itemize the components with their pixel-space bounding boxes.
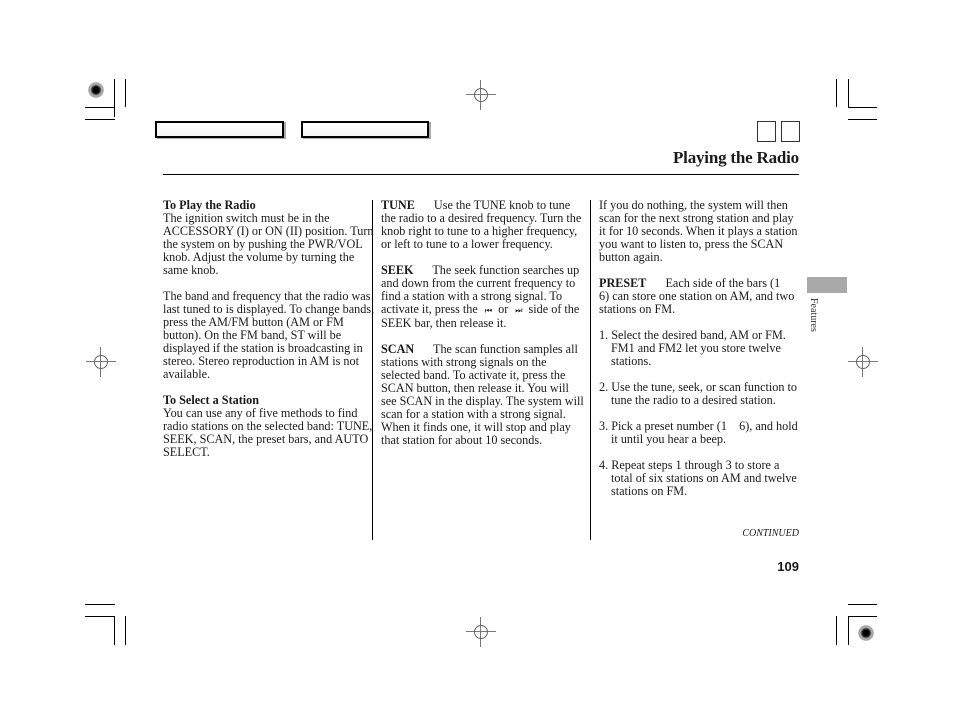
crop-mark bbox=[848, 79, 849, 108]
paragraph: The ignition switch must be in the ACCES… bbox=[163, 211, 374, 277]
title-rule bbox=[163, 174, 799, 175]
crop-mark bbox=[848, 119, 877, 120]
crop-mark bbox=[114, 616, 115, 645]
step-item: 2. Use the tune, seek, or scan function … bbox=[599, 380, 797, 407]
registration-dot-icon bbox=[88, 82, 104, 98]
seek-previous-icon: ⏮ bbox=[484, 306, 492, 315]
left-column: To Play the Radio The ignition switch mu… bbox=[163, 199, 375, 472]
header-square bbox=[757, 121, 776, 142]
header-square bbox=[781, 121, 800, 142]
paragraph: The band and frequency that the radio wa… bbox=[163, 289, 375, 381]
paragraph: You can use any of five methods to find … bbox=[163, 406, 373, 459]
seek-or: or bbox=[498, 302, 509, 316]
crop-mark bbox=[848, 616, 849, 645]
crop-mark bbox=[85, 107, 115, 108]
page-title: Playing the Radio bbox=[672, 148, 799, 167]
tune-label: TUNE bbox=[381, 198, 415, 212]
crop-mark bbox=[848, 107, 877, 108]
section-heading: To Play the Radio bbox=[163, 198, 256, 212]
crop-mark bbox=[85, 604, 115, 605]
crosshair-target-icon bbox=[848, 347, 878, 377]
page-number: 109 bbox=[777, 559, 799, 574]
crop-mark bbox=[125, 79, 126, 107]
crop-mark bbox=[85, 119, 115, 120]
seek-label: SEEK bbox=[381, 263, 414, 277]
crop-mark bbox=[836, 79, 837, 107]
header-box-left bbox=[155, 121, 284, 138]
crop-mark bbox=[836, 616, 837, 645]
step-item: 3. Pick a preset number (1 6), and hold … bbox=[599, 419, 801, 446]
header-box-right bbox=[301, 121, 429, 138]
step-item: 4. Repeat steps 1 through 3 to store a t… bbox=[599, 458, 797, 498]
crop-mark bbox=[114, 79, 115, 117]
section-tab bbox=[807, 277, 847, 293]
crop-mark bbox=[125, 616, 126, 645]
paragraph: If you do nothing, the system will then … bbox=[599, 198, 798, 264]
section-heading: To Select a Station bbox=[163, 393, 260, 407]
seek-next-icon: ⏭ bbox=[515, 306, 522, 315]
right-column: If you do nothing, the system will then … bbox=[599, 199, 799, 511]
scan-text: The scan function samples all stations w… bbox=[381, 342, 584, 447]
section-tab-label: Features bbox=[808, 298, 819, 332]
crop-mark bbox=[85, 616, 115, 617]
continued-label: CONTINUED bbox=[742, 528, 799, 539]
crosshair-target-icon bbox=[466, 80, 496, 110]
column-divider bbox=[590, 200, 591, 540]
crop-mark bbox=[848, 616, 877, 617]
preset-label: PRESET bbox=[599, 276, 647, 290]
step-item: 1. Select the desired band, AM or FM. FM… bbox=[599, 328, 786, 368]
middle-column: TUNE Use the TUNE knob to tune the radio… bbox=[381, 199, 586, 460]
registration-dot-icon bbox=[858, 625, 874, 641]
crosshair-target-icon bbox=[86, 347, 116, 377]
scan-label: SCAN bbox=[381, 342, 415, 356]
crop-mark bbox=[848, 604, 877, 605]
crosshair-target-icon bbox=[466, 617, 496, 647]
